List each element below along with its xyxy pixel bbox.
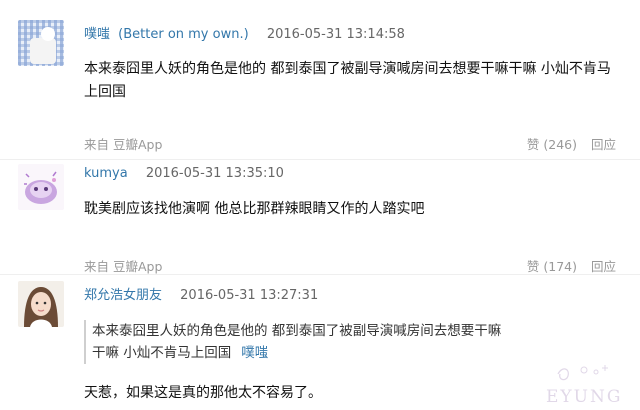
comment-header: kumya 2016-05-31 13:35:10 [84,166,284,181]
comment-text: 耽美剧应该找他演啊 他总比那群辣眼睛又作的人踏实吧 [84,201,425,217]
source-label: 来自 豆瓣App [84,137,163,152]
like-button[interactable]: 赞 (246) [527,137,577,152]
avatar-image [18,281,64,327]
avatar[interactable] [18,164,64,210]
comment-text: 天惹，如果这是真的那他太不容易了。 [84,385,322,401]
avatar-image [18,20,64,66]
like-button[interactable]: 赞 (174) [527,259,577,274]
comment-header: 郑允浩女朋友 2016-05-31 13:27:31 [84,284,318,303]
reply-button[interactable]: 回应 [591,137,616,152]
watermark-icon: EYUNG [546,365,622,407]
avatar[interactable] [18,20,64,66]
comment-1: 噗嗤 (Better on my own.) 2016-05-31 13:14:… [0,0,640,160]
avatar[interactable] [18,281,64,327]
comment-footer: 来自 豆瓣App 赞 (174) 回应 [84,256,624,274]
timestamp: 2016-05-31 13:27:31 [180,288,319,303]
comment-text: 本来泰囧里人妖的角色是他的 都到泰国了被副导演喊房间去想要干嘛干嘛 小灿不肯马上… [84,61,611,100]
comment-header: 噗嗤 (Better on my own.) 2016-05-31 13:14:… [84,23,405,42]
comment-actions: 赞 (174) 回应 [527,256,616,275]
quoted-text: 本来泰囧里人妖的角色是他的 都到泰国了被副导演喊房间去想要干嘛干嘛 小灿不肯马上… [92,323,502,361]
source-label: 来自 豆瓣App [84,259,163,274]
comment-actions: 赞 (246) 回应 [527,134,616,153]
comment-2: kumya 2016-05-31 13:35:10 耽美剧应该找他演啊 他总比那… [0,160,640,278]
username-link[interactable]: 郑允浩女朋友 [84,288,162,303]
quoted-author-link[interactable]: 噗嗤 [241,345,268,361]
watermark-logo: EYUNG [544,360,630,407]
quoted-reply: 本来泰囧里人妖的角色是他的 都到泰国了被副导演喊房间去想要干嘛干嘛 小灿不肯马上… [84,320,512,364]
username-link[interactable]: kumya [84,166,128,181]
timestamp: 2016-05-31 13:35:10 [145,166,284,181]
reply-button[interactable]: 回应 [591,259,616,274]
comment-footer: 来自 豆瓣App 赞 (246) 回应 [84,134,624,152]
username-link[interactable]: 噗嗤 [84,27,110,42]
svg-text:EYUNG: EYUNG [546,387,622,406]
timestamp: 2016-05-31 13:14:58 [266,27,405,42]
user-note[interactable]: (Better on my own.) [118,27,249,42]
avatar-image [18,164,64,210]
